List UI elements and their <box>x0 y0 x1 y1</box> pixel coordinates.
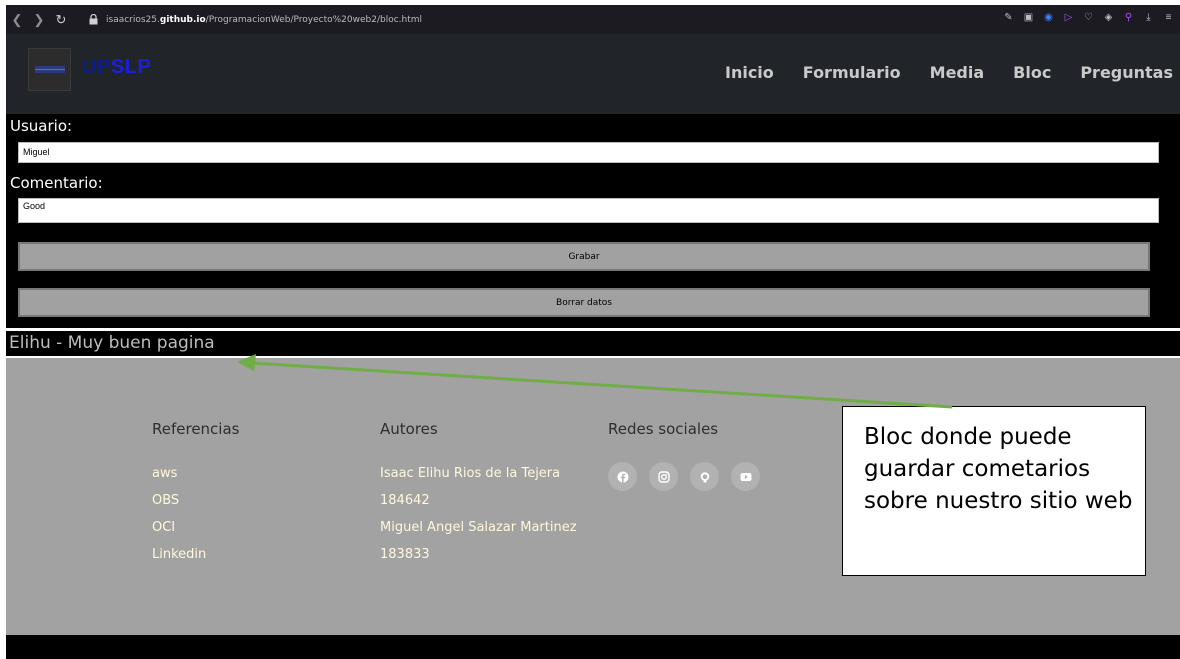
social-links <box>608 462 760 491</box>
nav-media[interactable]: Media <box>930 63 985 82</box>
nav-inicio[interactable]: Inicio <box>725 63 774 82</box>
comment-form: Usuario: Miguel Comentario: Good Grabar … <box>6 114 1180 328</box>
borrar-datos-button[interactable]: Borrar datos <box>18 288 1150 317</box>
github-icon[interactable] <box>690 462 719 491</box>
usuario-label: Usuario: <box>10 117 73 135</box>
browser-toolbar: ❮ ❯ ↻ isaacrios25.github.io/Programacion… <box>6 5 1180 34</box>
nav-bloc[interactable]: Bloc <box>1013 63 1051 82</box>
link-linkedin[interactable]: Linkedin <box>152 547 206 562</box>
nav-preguntas[interactable]: Preguntas <box>1080 63 1173 82</box>
browser-icons: ✎ ▣ ◉ ▷ ♡ ◈ ⚲ ⤓ ≡ <box>1003 12 1174 24</box>
reload-icon[interactable]: ↻ <box>50 12 72 28</box>
back-icon[interactable]: ❮ <box>6 12 28 28</box>
autor-1-name: Isaac Elihu Rios de la Tejera <box>380 466 561 481</box>
link-oci[interactable]: OCI <box>152 520 175 535</box>
instagram-icon[interactable] <box>649 462 678 491</box>
saved-comment: Elihu - Muy buen pagina <box>6 331 1180 356</box>
heart-icon[interactable]: ♡ <box>1083 12 1094 24</box>
comentario-textarea[interactable]: Good <box>18 198 1159 223</box>
autor-1-id: 184642 <box>380 493 430 508</box>
facebook-icon[interactable] <box>608 462 637 491</box>
annotation-callout: Bloc donde puede guardar cometarios sobr… <box>842 406 1146 576</box>
referencias-title: Referencias <box>152 420 240 438</box>
download-icon[interactable]: ⤓ <box>1143 12 1154 24</box>
lock-icon <box>84 14 102 25</box>
menu-icon[interactable]: ≡ <box>1163 12 1174 24</box>
address-bar[interactable]: isaacrios25.github.io/ProgramacionWeb/Pr… <box>106 15 422 25</box>
grabar-button[interactable]: Grabar <box>18 242 1150 271</box>
autor-2-name: Miguel Angel Salazar Martinez <box>380 520 577 535</box>
brand-name[interactable]: UPSLP <box>82 56 151 79</box>
comentario-label: Comentario: <box>10 174 103 192</box>
autores-title: Autores <box>380 420 438 438</box>
usuario-input[interactable]: Miguel <box>18 142 1159 163</box>
bottom-bar <box>6 635 1180 659</box>
nav-formulario[interactable]: Formulario <box>803 63 901 82</box>
shield-icon[interactable]: ◉ <box>1043 12 1054 24</box>
edit-icon[interactable]: ✎ <box>1003 12 1014 24</box>
link-aws[interactable]: aws <box>152 466 177 481</box>
logo[interactable] <box>28 48 71 91</box>
site-header: UPSLP Inicio Formulario Media Bloc Pregu… <box>6 34 1180 114</box>
redes-title: Redes sociales <box>608 420 719 438</box>
screenshot-icon[interactable]: ▣ <box>1023 12 1034 24</box>
link-obs[interactable]: OBS <box>152 493 179 508</box>
youtube-icon[interactable] <box>731 462 760 491</box>
account-icon[interactable]: ⚲ <box>1123 12 1134 24</box>
play-icon[interactable]: ▷ <box>1063 12 1074 24</box>
extension-icon[interactable]: ◈ <box>1103 12 1114 24</box>
main-nav: Inicio Formulario Media Bloc Preguntas <box>696 63 1173 82</box>
forward-icon[interactable]: ❯ <box>28 12 50 28</box>
autor-2-id: 183833 <box>380 547 430 562</box>
